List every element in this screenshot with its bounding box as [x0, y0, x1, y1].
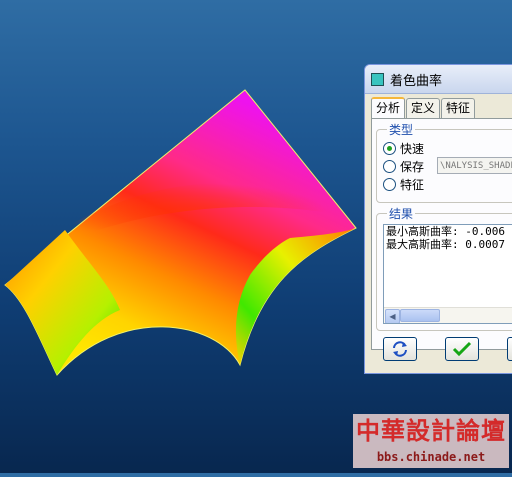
scroll-left-icon[interactable]: ◀ — [385, 309, 400, 323]
radio-save[interactable]: 保存 — [383, 158, 424, 175]
horizontal-scrollbar[interactable]: ◀ — [384, 307, 512, 323]
tab-analysis[interactable]: 分析 — [371, 97, 406, 119]
tab-definition[interactable]: 定义 — [406, 98, 441, 118]
results-group-title: 结果 — [387, 205, 416, 222]
dialog-title: 着色曲率 — [390, 73, 443, 89]
tab-panel: 类型 快速 保存 \NALYSIS_SHADE 特征 结果 最小高斯曲率: -0… — [371, 118, 512, 350]
radio-feature-label: 特征 — [400, 178, 425, 192]
dialog-titlebar[interactable]: 着色曲率 — [365, 65, 512, 94]
radio-save-label: 保存 — [400, 160, 425, 174]
type-group: 类型 快速 保存 \NALYSIS_SHADE 特征 — [376, 121, 512, 203]
scroll-thumb[interactable] — [400, 309, 440, 322]
results-group: 结果 最小高斯曲率: -0.006 最大高斯曲率: 0.0007 ◀ — [376, 205, 512, 331]
ok-button[interactable] — [445, 337, 479, 361]
window-icon — [371, 72, 384, 86]
cancel-button[interactable] — [507, 337, 512, 361]
checkmark-icon — [452, 341, 472, 357]
results-textbox[interactable]: 最小高斯曲率: -0.006 最大高斯曲率: 0.0007 ◀ — [383, 224, 512, 324]
watermark-title: 中華設計論壇 — [356, 416, 506, 445]
max-gaussian-curvature: 最大高斯曲率: 0.0007 — [386, 238, 505, 251]
radio-quick[interactable]: 快速 — [383, 140, 424, 157]
radio-quick-label: 快速 — [400, 142, 425, 156]
tab-feature[interactable]: 特征 — [441, 98, 476, 118]
radio-quick-button[interactable] — [383, 142, 396, 155]
watermark-url: bbs.chinade.net — [376, 450, 486, 464]
radio-feature[interactable]: 特征 — [383, 176, 424, 193]
min-gaussian-curvature: 最小高斯曲率: -0.006 — [386, 225, 505, 238]
radio-feature-button[interactable] — [383, 178, 396, 191]
tab-bar: 分析 定义 特征 — [371, 97, 476, 119]
refresh-icon — [393, 341, 407, 357]
shaded-curvature-dialog: 着色曲率 分析 定义 特征 类型 快速 保存 \NALYSIS_SHADE 特征… — [364, 64, 512, 374]
repeat-analysis-button[interactable] — [383, 337, 417, 361]
radio-save-button[interactable] — [383, 160, 396, 173]
type-group-title: 类型 — [387, 121, 416, 138]
save-name-input[interactable]: \NALYSIS_SHADE — [437, 157, 512, 174]
forum-watermark: 中華設計論壇 bbs.chinade.net — [353, 414, 509, 468]
